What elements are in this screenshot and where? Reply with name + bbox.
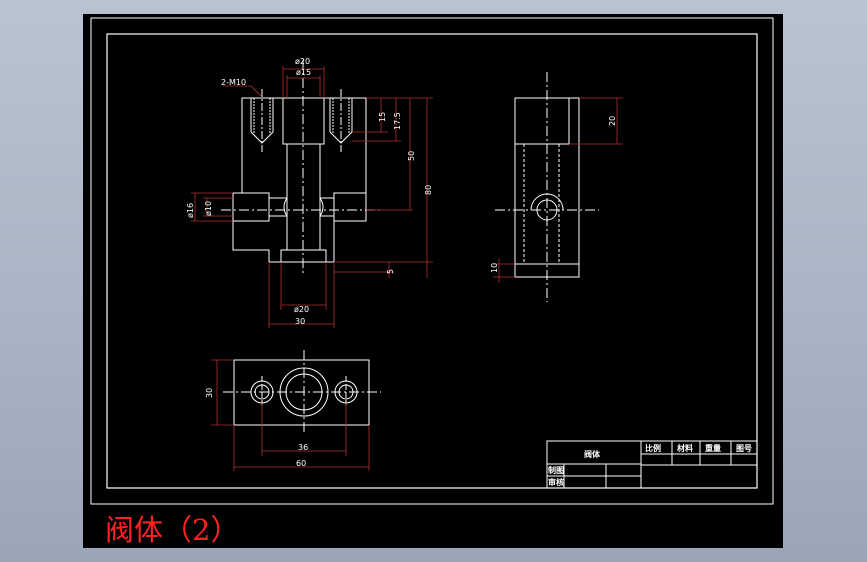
outer-border <box>90 17 774 505</box>
side-view <box>495 72 599 302</box>
dim-bottom-width: 30 <box>295 317 305 326</box>
dim-top-inner-diameter: ø15 <box>296 68 311 77</box>
top-view <box>223 350 381 434</box>
title-header-scale: 比例 <box>645 443 661 453</box>
title-drawn-label: 制图 <box>548 465 564 475</box>
dim-80: 80 <box>424 185 433 195</box>
dim-20: 20 <box>608 116 617 126</box>
title-header-material: 材料 <box>677 443 693 453</box>
dim-10: 10 <box>490 263 499 273</box>
drawing-sheet: 2-M10 ø20 ø15 15 17.5 50 80 5 ø16 ø10 ø2… <box>83 14 783 548</box>
dim-left-outer-diameter: ø16 <box>186 203 195 218</box>
dim-17-5: 17.5 <box>393 112 402 130</box>
drawing-caption: 阀体（2） <box>105 513 239 547</box>
dim-top-width: 60 <box>296 459 306 468</box>
title-part-name: 阀体 <box>584 449 601 459</box>
dim-5: 5 <box>386 269 395 274</box>
title-header-drawing-number: 图号 <box>736 444 752 453</box>
inner-border <box>106 33 758 489</box>
dim-top-outer-diameter: ø20 <box>295 57 310 66</box>
technical-drawing: 2-M10 ø20 ø15 15 17.5 50 80 5 ø16 ø10 ø2… <box>90 17 774 547</box>
top-dimensions <box>211 359 370 471</box>
callout-2-m10: 2-M10 <box>221 78 246 87</box>
dim-left-inner-diameter: ø10 <box>204 201 213 216</box>
title-header-weight: 重量 <box>705 443 721 453</box>
right-port <box>333 192 367 222</box>
dim-50: 50 <box>407 151 416 161</box>
front-outline <box>232 97 367 263</box>
dim-top-height: 30 <box>205 388 214 398</box>
left-port <box>232 192 270 222</box>
front-dimensions <box>191 66 433 328</box>
dim-bottom-bore: ø20 <box>294 305 309 314</box>
front-view <box>221 60 383 274</box>
side-dimensions <box>493 97 623 283</box>
title-checked-label: 审核 <box>548 477 564 487</box>
front-dimension-labels: 2-M10 ø20 ø15 15 17.5 50 80 5 ø16 ø10 ø2… <box>186 57 433 326</box>
dim-15: 15 <box>378 112 387 122</box>
dim-hole-pitch: 36 <box>298 443 308 452</box>
